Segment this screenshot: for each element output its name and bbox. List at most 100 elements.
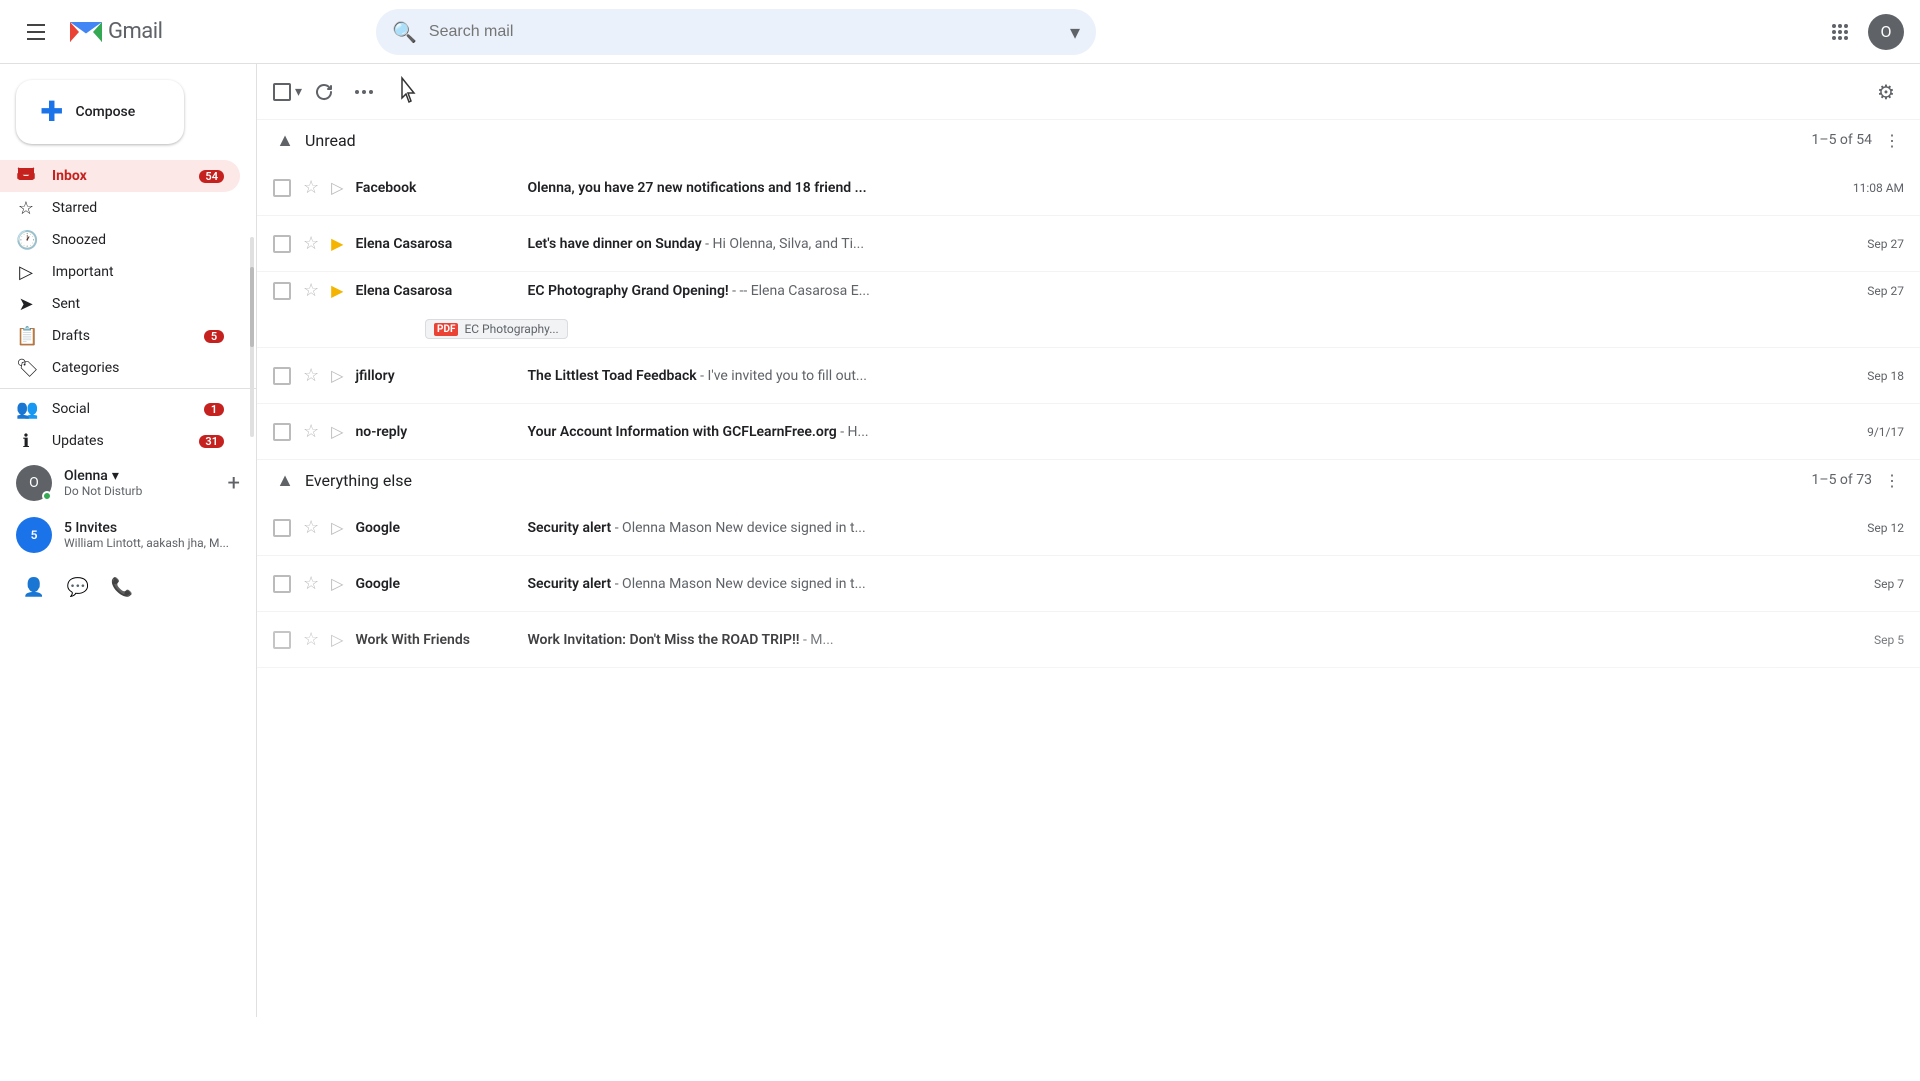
- row-checkbox[interactable]: [273, 282, 291, 300]
- drafts-label: Drafts: [52, 328, 188, 344]
- email-subject: Security alert: [527, 520, 611, 536]
- settings-button[interactable]: ⚙: [1868, 74, 1904, 110]
- row-important-marker[interactable]: ▷: [331, 518, 343, 537]
- sidebar-scrollbar-thumb[interactable]: [250, 267, 254, 347]
- sidebar-item-sent[interactable]: ➤ Sent: [0, 288, 240, 320]
- email-row[interactable]: ☆ ▷ Google Security alert - Olenna Mason…: [257, 556, 1920, 612]
- row-important-marker[interactable]: ▷: [331, 178, 343, 197]
- unread-section-more[interactable]: ⋮: [1880, 128, 1904, 152]
- snoozed-label: Snoozed: [52, 232, 224, 248]
- row-checkbox[interactable]: [273, 631, 291, 649]
- email-subject-preview: Security alert - Olenna Mason New device…: [527, 576, 1812, 592]
- sidebar-item-important[interactable]: ▷ Important: [0, 256, 240, 288]
- search-input[interactable]: [429, 23, 1070, 41]
- more-options-button[interactable]: [346, 74, 382, 110]
- starred-icon: ☆: [16, 198, 36, 219]
- gmail-logo: Gmail: [68, 14, 162, 50]
- phone-bottom-icon[interactable]: 📞: [104, 569, 140, 605]
- sidebar-item-snoozed[interactable]: 🕐 Snoozed: [0, 224, 240, 256]
- updates-icon: ℹ: [16, 431, 36, 452]
- row-star[interactable]: ☆: [303, 517, 319, 538]
- attachment-chip[interactable]: PDF EC Photography...: [425, 319, 568, 339]
- email-row[interactable]: ☆ ▷ Work With Friends Work Invitation: D…: [257, 612, 1920, 668]
- updates-badge: 31: [199, 435, 224, 448]
- email-subject: Work Invitation: Don't Miss the ROAD TRI…: [527, 632, 799, 648]
- unread-section-title: Unread: [305, 131, 356, 150]
- email-subject-preview: EC Photography Grand Opening! - -- Elena…: [527, 283, 1812, 299]
- row-star[interactable]: ☆: [303, 177, 319, 198]
- row-star[interactable]: ☆: [303, 365, 319, 386]
- select-dropdown-chevron[interactable]: ▾: [295, 84, 302, 100]
- pdf-badge: PDF: [434, 323, 458, 336]
- row-star[interactable]: ☆: [303, 629, 319, 650]
- sidebar-item-inbox[interactable]: Inbox 54: [0, 160, 240, 192]
- user-section[interactable]: O Olenna ▾ Do Not Disturb +: [0, 457, 256, 509]
- sidebar-item-updates[interactable]: ℹ Updates 31: [0, 425, 240, 457]
- row-star[interactable]: ☆: [303, 573, 319, 594]
- search-dropdown-icon[interactable]: ▾: [1070, 20, 1080, 44]
- compose-button[interactable]: ✚ Compose: [16, 80, 184, 144]
- row-important-marker[interactable]: ▷: [331, 366, 343, 385]
- header: Gmail 🔍 ▾ O: [0, 0, 1920, 64]
- email-toolbar: ▾ ⚙: [257, 64, 1920, 120]
- sidebar-item-drafts[interactable]: 📋 Drafts 5: [0, 320, 240, 352]
- starred-label: Starred: [52, 200, 224, 216]
- row-important-marker[interactable]: ▶: [331, 281, 343, 300]
- row-star[interactable]: ☆: [303, 421, 319, 442]
- account-avatar[interactable]: O: [1868, 14, 1904, 50]
- email-preview: - I've invited you to fill out...: [700, 368, 867, 384]
- row-checkbox[interactable]: [273, 235, 291, 253]
- email-time: 11:08 AM: [1824, 181, 1904, 195]
- row-checkbox[interactable]: [273, 367, 291, 385]
- sidebar-item-social[interactable]: 👥 Social 1: [0, 393, 240, 425]
- invites-info: 5 Invites William Lintott, aakash jha, M…: [64, 520, 240, 550]
- toolbar-right: ⚙: [1868, 74, 1904, 110]
- unread-collapse-button[interactable]: ▲: [273, 128, 297, 152]
- select-all-checkbox[interactable]: [273, 83, 291, 101]
- row-checkbox[interactable]: [273, 575, 291, 593]
- row-checkbox[interactable]: [273, 423, 291, 441]
- email-preview: - -- Elena Casarosa E...: [732, 283, 870, 299]
- social-icon: 👥: [16, 399, 36, 420]
- email-time: Sep 27: [1824, 237, 1904, 251]
- toolbar-left: ▾: [273, 74, 382, 110]
- apps-button[interactable]: [1820, 12, 1860, 52]
- drafts-badge: 5: [204, 330, 224, 343]
- email-row[interactable]: ☆ ▷ jfillory The Littlest Toad Feedback …: [257, 348, 1920, 404]
- everything-else-more[interactable]: ⋮: [1880, 468, 1904, 492]
- row-important-marker[interactable]: ▷: [331, 574, 343, 593]
- email-row[interactable]: ☆ ▷ Google Security alert - Olenna Mason…: [257, 500, 1920, 556]
- row-star[interactable]: ☆: [303, 233, 319, 254]
- email-sender: no-reply: [355, 424, 515, 440]
- email-row[interactable]: ☆ ▷ no-reply Your Account Information wi…: [257, 404, 1920, 460]
- email-row[interactable]: ☆ ▶ Elena Casarosa EC Photography Grand …: [257, 272, 1920, 348]
- drafts-icon: 📋: [16, 326, 36, 347]
- add-account-button[interactable]: +: [228, 471, 240, 496]
- row-important-marker[interactable]: ▷: [331, 630, 343, 649]
- email-row[interactable]: ☆ ▷ Facebook Olenna, you have 27 new not…: [257, 160, 1920, 216]
- refresh-button[interactable]: [306, 74, 342, 110]
- sidebar-divider: [0, 388, 256, 389]
- invites-section[interactable]: 5 5 Invites William Lintott, aakash jha,…: [0, 509, 256, 561]
- row-star[interactable]: ☆: [303, 280, 319, 301]
- sidebar-item-starred[interactable]: ☆ Starred: [0, 192, 240, 224]
- email-sender: Elena Casarosa: [355, 283, 515, 299]
- email-row[interactable]: ☆ ▶ Elena Casarosa Let's have dinner on …: [257, 216, 1920, 272]
- search-icon: 🔍: [392, 20, 417, 44]
- user-status: Do Not Disturb: [64, 484, 216, 498]
- everything-else-collapse-button[interactable]: ▲: [273, 468, 297, 492]
- sidebar-scrollbar-track: [250, 237, 254, 437]
- row-important-marker[interactable]: ▶: [331, 234, 343, 253]
- row-important-marker[interactable]: ▷: [331, 422, 343, 441]
- row-checkbox[interactable]: [273, 519, 291, 537]
- chat-bottom-icon[interactable]: 💬: [60, 569, 96, 605]
- email-time: 9/1/17: [1824, 425, 1904, 439]
- inbox-label: Inbox: [52, 168, 183, 184]
- social-badge: 1: [204, 403, 224, 416]
- menu-icon[interactable]: [16, 12, 56, 52]
- people-bottom-icon[interactable]: 👤: [16, 569, 52, 605]
- inbox-icon: [16, 164, 36, 189]
- compose-label: Compose: [75, 104, 135, 120]
- sidebar-item-categories[interactable]: 🏷 Categories: [0, 352, 240, 384]
- row-checkbox[interactable]: [273, 179, 291, 197]
